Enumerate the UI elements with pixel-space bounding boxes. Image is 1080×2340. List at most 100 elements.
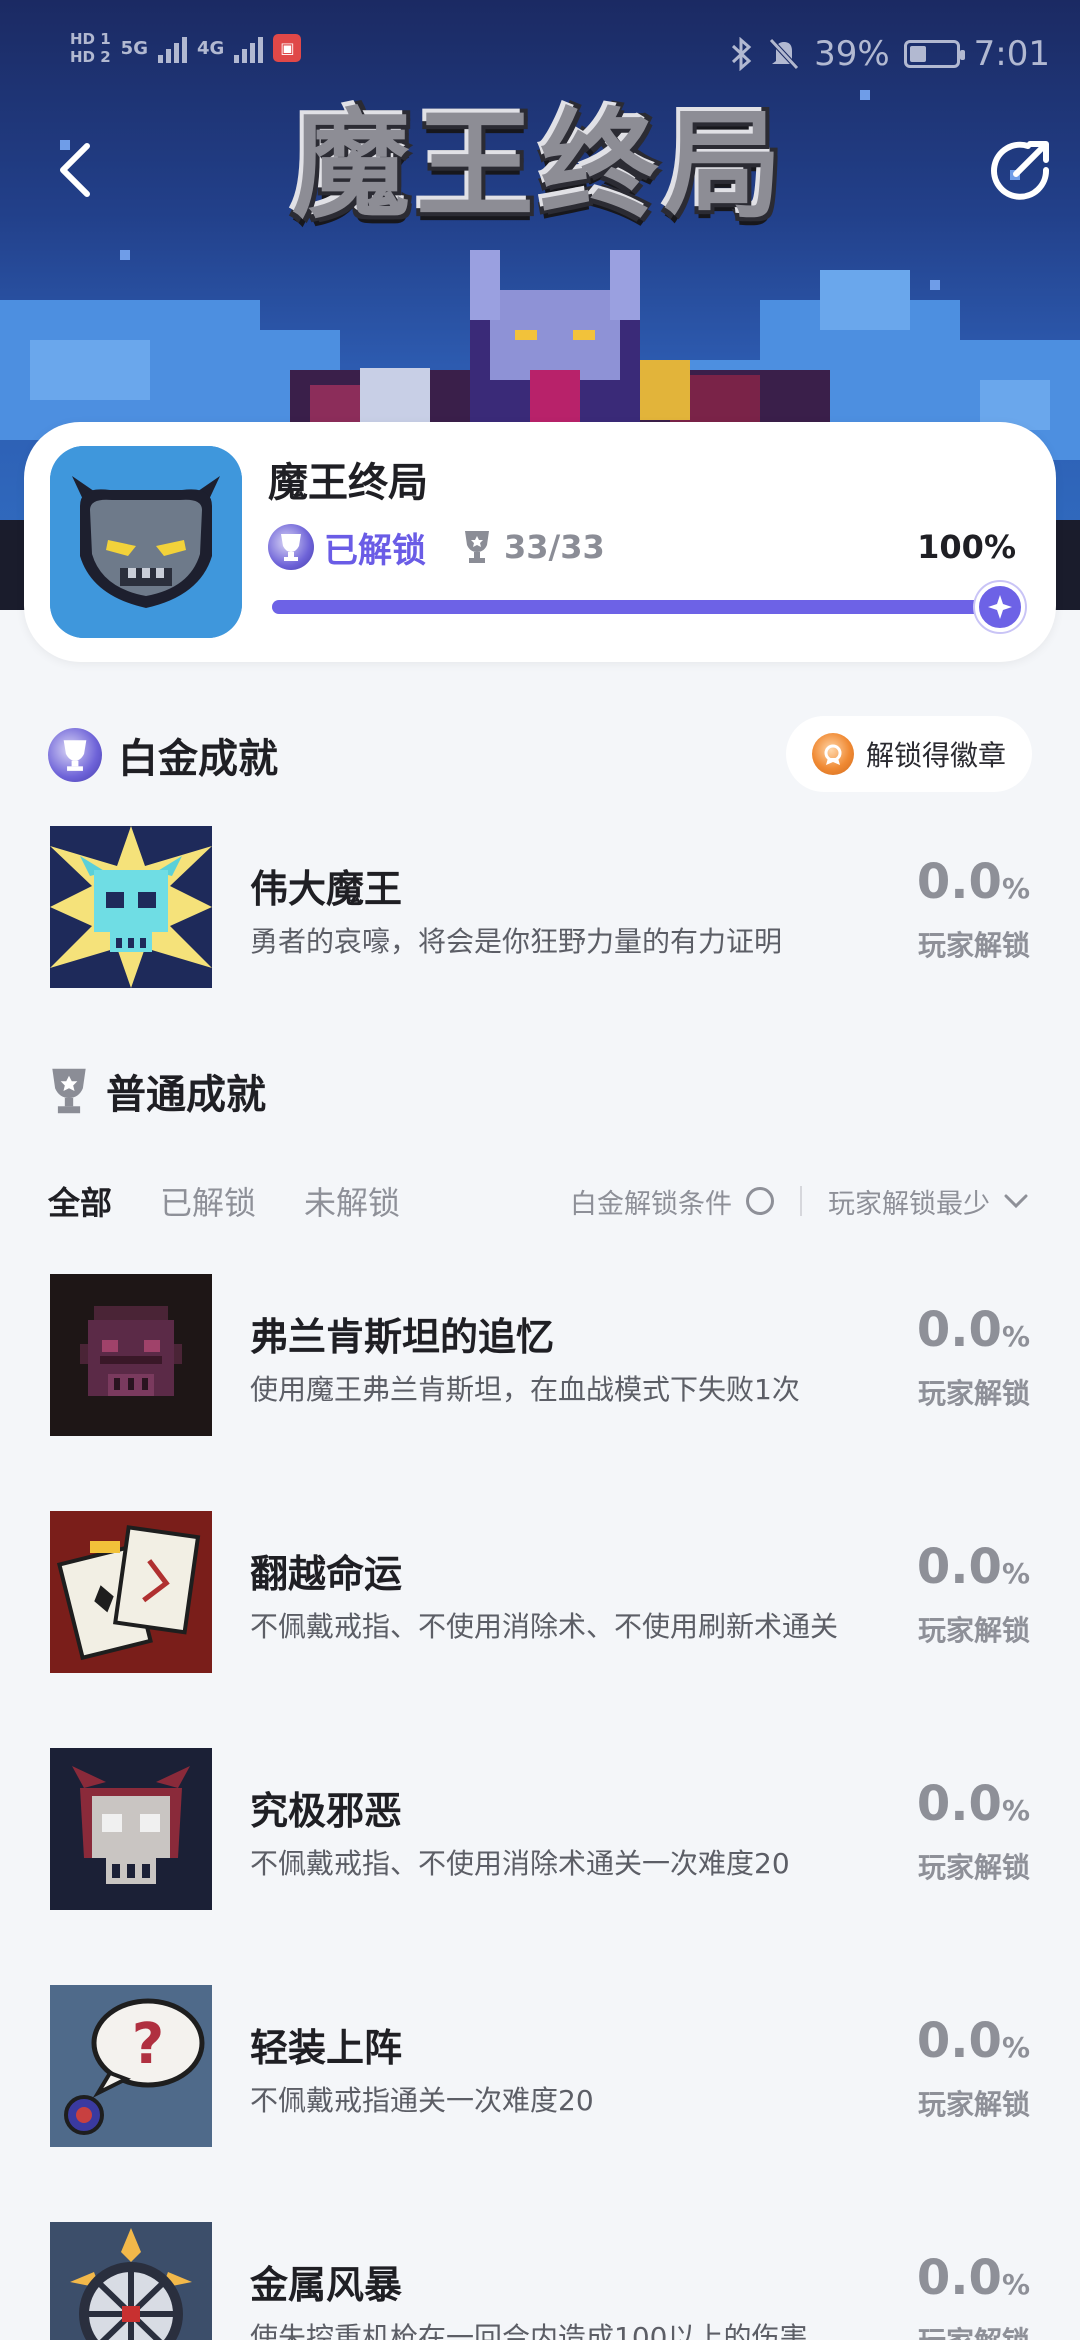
net1-label: 5G: [120, 37, 148, 59]
achievement-name: 金属风暴: [250, 2263, 403, 2307]
achievement-item[interactable]: ? 轻装上阵 不佩戴戒指通关一次难度20 0.0% 玩家解锁: [50, 1985, 1030, 2149]
frankenstein-icon: [50, 1274, 212, 1436]
trophy-icon: [52, 1068, 86, 1114]
rate-unit: %: [1001, 872, 1030, 905]
platinum-section-title: 白金成就: [118, 736, 278, 782]
rate-label: 玩家解锁: [917, 929, 1030, 962]
net2-label: 4G: [196, 37, 225, 59]
achievement-thumbnail: [50, 826, 212, 988]
mute-bell-icon: [769, 38, 799, 70]
share-button[interactable]: [980, 130, 1060, 210]
unlock-badge-button[interactable]: 解锁得徽章: [785, 716, 1032, 792]
sort-dropdown[interactable]: 玩家解锁最少: [828, 1182, 990, 1221]
svg-text:?: ?: [132, 2012, 164, 2077]
progress-knob: [975, 582, 1025, 632]
platinum-condition-label[interactable]: 白金解锁条件: [570, 1182, 732, 1221]
status-left: HD 1 HD 2 5G 4G ▣: [70, 30, 302, 66]
platinum-condition-radio[interactable]: [746, 1187, 774, 1215]
achievement-rate: 0.0%: [890, 2013, 1030, 2069]
rate-label: 玩家解锁: [917, 1377, 1030, 1410]
rate-unit: %: [1001, 1320, 1030, 1353]
battery-percent: 39%: [814, 34, 890, 74]
rate-label: 玩家解锁: [917, 1851, 1030, 1884]
achievement-item[interactable]: 金属风暴 使朱控重机枪在一回合内造成100以上的伤害 0.0% 玩家解锁: [50, 2222, 1030, 2340]
notification-app-icon: ▣: [273, 34, 302, 62]
achievement-rate: 0.0%: [890, 1302, 1030, 1358]
achievement-thumbnail: [50, 1511, 212, 1673]
achievement-name: 究极邪恶: [250, 1789, 403, 1833]
rate-unit: %: [1001, 2031, 1030, 2064]
achievement-name: 翻越命运: [250, 1552, 403, 1596]
game-title: 魔王终局: [268, 460, 428, 506]
achievement-rate: 0.0%: [890, 1539, 1030, 1595]
rate-unit: %: [1001, 1557, 1030, 1590]
rate-unit: %: [1001, 2268, 1030, 2301]
completion-progress-bar: [272, 582, 1025, 632]
glowing-skull-icon: [50, 826, 212, 988]
evil-skull-icon: [50, 1748, 212, 1910]
achievement-rate: 0.0%: [890, 854, 1030, 910]
demon-mascot-art: [290, 250, 830, 440]
signal-icon: [157, 33, 187, 63]
achievement-thumbnail: [50, 1748, 212, 1910]
rate-value: 0.0: [916, 1539, 1002, 1595]
rate-label: 玩家解锁: [917, 2088, 1030, 2121]
unlock-status-row: 已解锁 33/33: [268, 522, 605, 572]
achievement-desc: 使用魔王弗兰肯斯坦，在血战模式下失败1次: [250, 1373, 800, 1406]
tab-locked[interactable]: 未解锁: [304, 1178, 400, 1224]
achievement-desc: 勇者的哀嚎，将会是你狂野力量的有力证明: [250, 925, 783, 958]
rate-unit: %: [1001, 1794, 1030, 1827]
achievement-rate: 0.0%: [890, 2250, 1030, 2306]
achievement-item[interactable]: 翻越命运 不佩戴戒指、不使用消除术、不使用刷新术通关 0.0% 玩家解锁: [50, 1511, 1030, 1675]
achievement-item[interactable]: 究极邪恶 不佩戴戒指、不使用消除术通关一次难度20 0.0% 玩家解锁: [50, 1748, 1030, 1912]
medal-icon: [811, 733, 854, 775]
achievement-desc: 不佩戴戒指、不使用消除术通关一次难度20: [250, 1847, 790, 1880]
clock: 7:01: [973, 34, 1050, 74]
achievement-filter-bar: 全部 已解锁 未解锁 白金解锁条件 玩家解锁最少: [48, 1176, 1038, 1226]
achievement-thumbnail: [50, 1274, 212, 1436]
unlock-label: 已解锁: [324, 530, 426, 571]
tab-all[interactable]: 全部: [48, 1178, 112, 1224]
signal-icon-2: [234, 33, 264, 63]
tab-unlocked[interactable]: 已解锁: [160, 1178, 256, 1224]
rate-value: 0.0: [916, 1302, 1002, 1358]
platinum-trophy-icon: [48, 728, 102, 782]
game-summary-card: 魔王终局 已解锁 33/33 100%: [24, 422, 1056, 662]
filter-options: 白金解锁条件 玩家解锁最少: [570, 1176, 1028, 1226]
status-right: 39% 7:01: [730, 34, 1050, 74]
achievement-name: 弗兰肯斯坦的追忆: [250, 1315, 555, 1359]
battery-icon: [903, 40, 965, 68]
platinum-trophy-icon: [268, 524, 314, 570]
question-bubble-icon: ?: [50, 1985, 212, 2147]
achievement-item[interactable]: 伟大魔王 勇者的哀嚎，将会是你狂野力量的有力证明 0.0% 玩家解锁: [50, 826, 1030, 990]
unlock-badge-label: 解锁得徽章: [865, 739, 1006, 772]
achievement-name: 轻装上阵: [250, 2026, 403, 2070]
playing-cards-icon: [50, 1511, 212, 1673]
rate-value: 0.0: [916, 2013, 1002, 2069]
rate-label: 玩家解锁: [917, 1614, 1030, 1647]
hd-indicator: HD 1 HD 2: [70, 30, 111, 66]
status-bar: HD 1 HD 2 5G 4G ▣ 39% 7:01: [0, 0, 1080, 120]
rate-label: 玩家解锁: [918, 2320, 1030, 2340]
normal-section-header: 普通成就: [48, 1062, 266, 1120]
bluetooth-icon: [732, 37, 752, 71]
completion-percent: 100%: [917, 528, 1016, 566]
achievement-name: 伟大魔王: [250, 867, 403, 911]
trophy-icon: [465, 531, 489, 563]
achievement-desc: 不佩戴戒指通关一次难度20: [250, 2084, 594, 2117]
normal-section-title: 普通成就: [106, 1072, 266, 1118]
hd1-label: HD 1: [70, 30, 111, 48]
achievement-item[interactable]: 弗兰肯斯坦的追忆 使用魔王弗兰肯斯坦，在血战模式下失败1次 0.0% 玩家解锁: [50, 1274, 1030, 1438]
achievement-thumbnail: [50, 2222, 212, 2340]
chevron-left-icon: [60, 143, 90, 197]
unlock-count: 33/33: [504, 528, 605, 566]
rate-value: 0.0: [916, 2250, 1002, 2306]
back-button[interactable]: [35, 130, 115, 210]
metal-storm-icon: [50, 2222, 212, 2340]
achievement-desc: 不佩戴戒指、不使用消除术、不使用刷新术通关: [250, 1610, 839, 1643]
rate-value: 0.0: [916, 1776, 1002, 1832]
sparkle-icon: [988, 595, 1012, 619]
chevron-down-icon[interactable]: [1004, 1193, 1028, 1209]
share-icon: [991, 141, 1050, 200]
game-icon[interactable]: [50, 446, 242, 638]
